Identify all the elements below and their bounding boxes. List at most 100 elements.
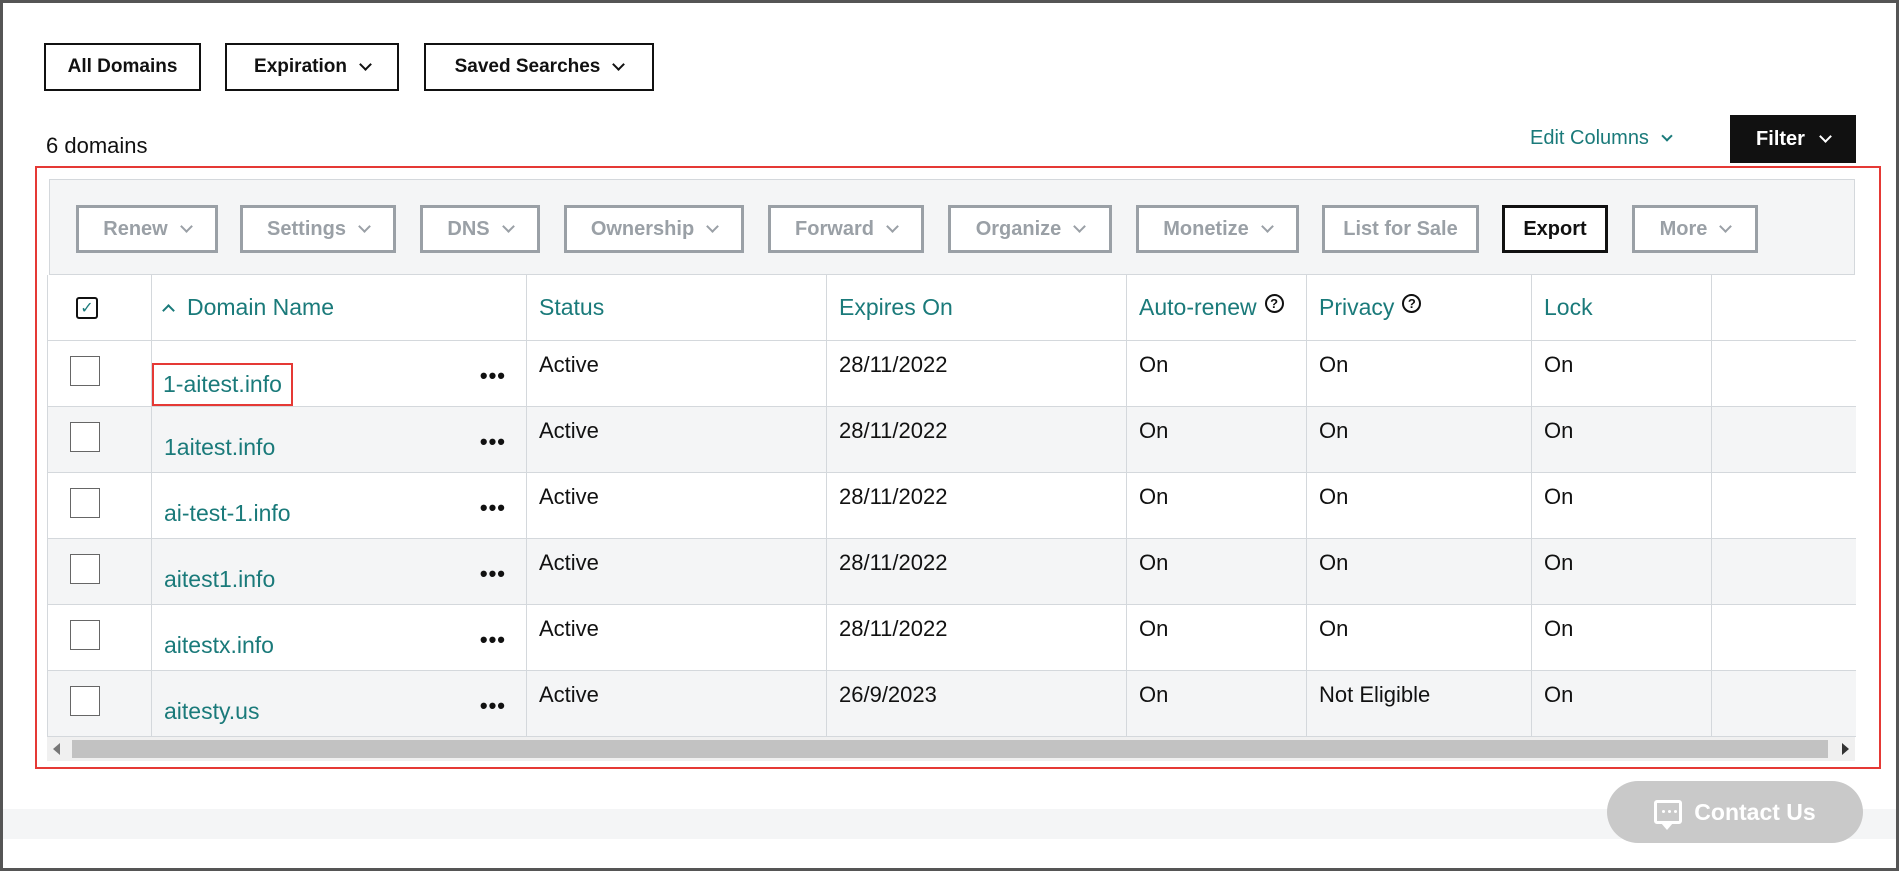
auto-renew-cell: On <box>1127 671 1307 736</box>
horizontal-scrollbar[interactable] <box>47 737 1855 761</box>
forward-button[interactable]: Forward <box>768 205 924 253</box>
status-cell: Active <box>527 473 827 538</box>
privacy-value: On <box>1319 351 1349 377</box>
auto-renew-value: On <box>1139 615 1169 641</box>
domain-name-cell: 1aitest.info ••• <box>152 407 527 472</box>
settings-button[interactable]: Settings <box>240 205 396 253</box>
filter-button[interactable]: Filter <box>1730 115 1856 163</box>
organize-button[interactable]: Organize <box>948 205 1112 253</box>
expires-value: 28/11/2022 <box>839 615 948 641</box>
row-select-cell <box>48 341 152 406</box>
chevron-down-icon <box>1661 130 1673 142</box>
scrollbar-thumb[interactable] <box>72 740 1828 758</box>
list-for-sale-button[interactable]: List for Sale <box>1322 205 1479 253</box>
all-domains-button[interactable]: All Domains <box>44 43 201 91</box>
more-actions-icon[interactable]: ••• <box>480 693 506 719</box>
scroll-right-arrow-icon[interactable] <box>1842 743 1849 755</box>
saved-searches-label: Saved Searches <box>454 56 601 77</box>
expires-cell: 28/11/2022 <box>827 539 1127 604</box>
ownership-button[interactable]: Ownership <box>564 205 744 253</box>
more-button[interactable]: More <box>1632 205 1758 253</box>
status-header[interactable]: Status <box>527 275 827 340</box>
info-icon[interactable]: ? <box>1264 294 1284 313</box>
status-value: Active <box>539 615 599 641</box>
export-button[interactable]: Export <box>1502 205 1608 253</box>
auto-renew-cell: On <box>1127 407 1307 472</box>
select-all-checkbox[interactable]: ✓ <box>76 296 98 319</box>
auto-renew-cell: On <box>1127 539 1307 604</box>
domain-link[interactable]: aitest1.info <box>164 566 275 593</box>
more-actions-icon[interactable]: ••• <box>480 627 506 653</box>
expires-cell: 26/9/2023 <box>827 671 1127 736</box>
table-header-row: ✓ Domain Name Status Expires On Auto-ren… <box>48 275 1856 341</box>
more-actions-icon[interactable]: ••• <box>480 429 506 455</box>
expiration-dropdown[interactable]: Expiration <box>225 43 399 91</box>
organize-label: Organize <box>975 217 1062 240</box>
row-checkbox[interactable] <box>70 619 100 650</box>
row-checkbox[interactable] <box>70 553 100 584</box>
chevron-down-icon <box>612 58 626 71</box>
domains-table: ✓ Domain Name Status Expires On Auto-ren… <box>47 275 1856 737</box>
checkmark-icon: ✓ <box>80 299 94 317</box>
select-all-cell: ✓ <box>48 275 152 340</box>
chevron-down-icon <box>1260 220 1274 233</box>
domain-link[interactable]: 1-aitest.info <box>152 363 293 406</box>
more-actions-icon[interactable]: ••• <box>480 495 506 521</box>
row-select-cell <box>48 671 152 736</box>
dns-button[interactable]: DNS <box>420 205 540 253</box>
row-checkbox[interactable] <box>70 487 100 518</box>
chat-icon <box>1654 800 1683 830</box>
more-actions-icon[interactable]: ••• <box>480 561 506 587</box>
domain-name-header[interactable]: Domain Name <box>152 275 527 340</box>
privacy-cell: On <box>1307 605 1532 670</box>
auto-renew-value: On <box>1139 483 1169 509</box>
domain-link[interactable]: aitesty.us <box>164 698 259 725</box>
domain-link[interactable]: aitestx.info <box>164 632 274 659</box>
lock-value: On <box>1544 681 1574 707</box>
contact-us-label: Contact Us <box>1694 798 1816 825</box>
domain-link[interactable]: 1aitest.info <box>164 434 275 461</box>
saved-searches-dropdown[interactable]: Saved Searches <box>424 43 654 91</box>
table-row: aitest1.info ••• Active 28/11/2022 On On… <box>48 539 1856 605</box>
domain-name-cell: 1-aitest.info ••• <box>152 341 527 406</box>
privacy-cell: On <box>1307 341 1532 406</box>
row-checkbox[interactable] <box>70 355 100 386</box>
row-checkbox[interactable] <box>70 421 100 452</box>
edit-columns-link[interactable]: Edit Columns <box>1530 127 1673 150</box>
expires-value: 28/11/2022 <box>839 351 948 377</box>
privacy-value: On <box>1319 483 1349 509</box>
privacy-header-label: Privacy <box>1319 294 1395 320</box>
status-value: Active <box>539 549 599 575</box>
privacy-header[interactable]: Privacy ? <box>1307 275 1532 340</box>
expires-on-header[interactable]: Expires On <box>827 275 1127 340</box>
privacy-value: Not Eligible <box>1319 681 1431 707</box>
monetize-button[interactable]: Monetize <box>1136 205 1299 253</box>
lock-cell: On <box>1532 341 1712 406</box>
row-select-cell <box>48 605 152 670</box>
more-actions-icon[interactable]: ••• <box>480 363 506 389</box>
chevron-down-icon <box>886 220 899 233</box>
info-icon[interactable]: ? <box>1402 294 1422 313</box>
row-checkbox[interactable] <box>70 685 100 716</box>
contact-us-button[interactable]: Contact Us <box>1607 781 1863 843</box>
domain-count: 6 domains <box>46 133 148 158</box>
chevron-down-icon <box>1819 130 1832 143</box>
monetize-label: Monetize <box>1163 217 1249 240</box>
scroll-left-arrow-icon[interactable] <box>53 743 60 755</box>
lock-header[interactable]: Lock <box>1532 275 1712 340</box>
expiration-label: Expiration <box>254 56 347 77</box>
domain-link[interactable]: ai-test-1.info <box>164 500 291 527</box>
privacy-cell: Not Eligible <box>1307 671 1532 736</box>
lock-header-label: Lock <box>1544 294 1593 320</box>
domain-name-cell: ai-test-1.info ••• <box>152 473 527 538</box>
lock-cell: On <box>1532 473 1712 538</box>
filter-label: Filter <box>1756 127 1805 150</box>
privacy-value: On <box>1319 549 1349 575</box>
ownership-label: Ownership <box>590 217 695 240</box>
renew-button[interactable]: Renew <box>76 205 218 253</box>
auto-renew-header[interactable]: Auto-renew ? <box>1127 275 1307 340</box>
lock-value: On <box>1544 351 1574 377</box>
auto-renew-cell: On <box>1127 605 1307 670</box>
privacy-value: On <box>1319 615 1349 641</box>
status-cell: Active <box>527 605 827 670</box>
